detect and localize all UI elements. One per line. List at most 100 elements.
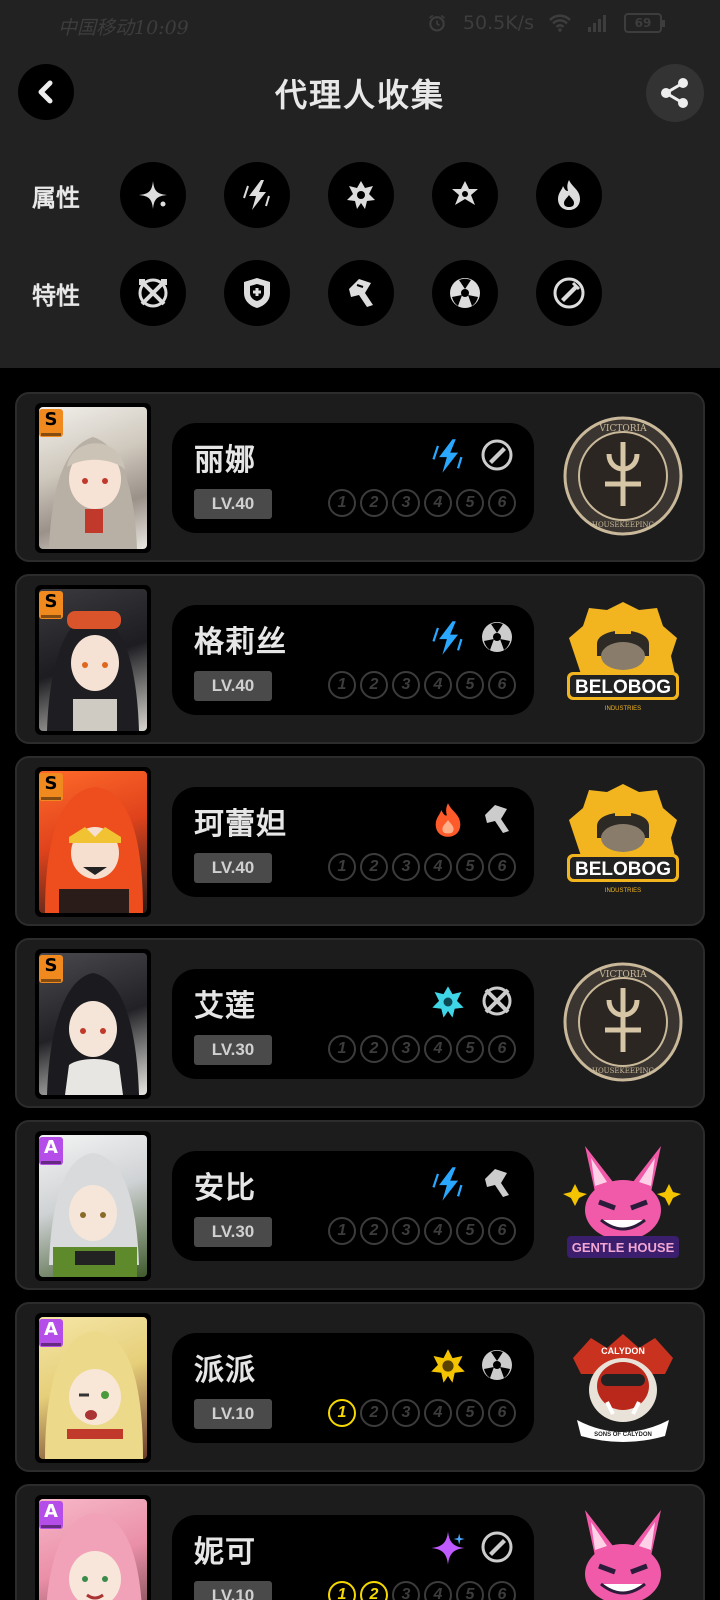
signal-icon (588, 15, 606, 32)
filter-anomaly-button[interactable] (432, 260, 498, 326)
anomaly-icon (482, 1350, 512, 1380)
cinema-levels: 1 2 3 4 5 6 (328, 489, 516, 517)
cinema-level: 2 (360, 1217, 388, 1245)
agent-info-panel: 派派 LV.10 1 2 3 4 5 6 (172, 1333, 534, 1443)
stun-icon (485, 805, 509, 833)
agent-level: LV.40 (194, 489, 272, 519)
svg-text:SONS OF CALYDON: SONS OF CALYDON (594, 1432, 652, 1438)
cinema-levels: 1 2 3 4 5 6 (328, 671, 516, 699)
svg-text:HOUSEKEEPING: HOUSEKEEPING (592, 521, 655, 529)
physical-icon (139, 181, 167, 209)
filter-defense-button[interactable] (224, 260, 290, 326)
agent-name: 丽娜 (194, 443, 256, 478)
svg-text:VICTORIA: VICTORIA (598, 970, 647, 980)
svg-text:VICTORIA: VICTORIA (598, 424, 647, 434)
agent-level: LV.40 (194, 671, 272, 701)
rank-badge: S (39, 773, 63, 801)
cinema-level: 1 (328, 489, 356, 517)
support-icon (553, 277, 585, 309)
gentle-house-logo: GENTLE HOUSE (563, 1146, 681, 1258)
belobog-industries-logo: BELOBOG INDUSTRIES (567, 602, 679, 712)
cinema-level: 6 (488, 853, 516, 881)
svg-text:CALYDON: CALYDON (601, 1346, 645, 1356)
physical-icon (431, 1349, 465, 1383)
cinema-level: 2 (360, 1399, 388, 1427)
agent-card[interactable]: S 珂蕾妲 LV.40 1 2 3 4 5 6 BELOBOG INDUSTRI… (15, 756, 705, 926)
agent-card[interactable]: A 妮可 LV.10 1 2 3 4 5 6 GENTLE HOUSE (15, 1484, 705, 1600)
agent-portrait: A (35, 1495, 151, 1600)
agent-name: 妮可 (194, 1535, 256, 1570)
agent-card[interactable]: S 格莉丝 LV.40 1 2 3 4 5 6 BELOBOG INDUSTRI… (15, 574, 705, 744)
cinema-level: 1 (328, 853, 356, 881)
agent-portrait: S (35, 403, 151, 553)
cinema-level: 4 (424, 1399, 452, 1427)
cinema-levels: 1 2 3 4 5 6 (328, 1217, 516, 1245)
battery-icon: 69 (624, 13, 665, 33)
agent-card[interactable]: A 派派 LV.10 1 2 3 4 5 6 CALYDON SONS OF C… (15, 1302, 705, 1472)
agent-name: 珂蕾妲 (194, 807, 287, 842)
svg-text:BELOBOG: BELOBOG (575, 677, 671, 698)
rank-badge: A (39, 1319, 63, 1347)
filter-attack-button[interactable] (120, 260, 186, 326)
fire-icon (558, 180, 580, 210)
agent-portrait: S (35, 949, 151, 1099)
filter-physical-button[interactable] (120, 162, 186, 228)
cinema-levels: 1 2 3 4 5 6 (328, 1399, 516, 1427)
cinema-level: 5 (456, 1217, 484, 1245)
cinema-level: 3 (392, 1581, 420, 1600)
cinema-level: 6 (488, 1581, 516, 1600)
stun-icon (349, 279, 373, 307)
cinema-level: 1 (328, 1035, 356, 1063)
battery-level: 69 (634, 16, 652, 30)
cinema-level: 6 (488, 1217, 516, 1245)
status-bar: 中国移动10:09 50.5K/s 69 (0, 0, 720, 50)
filter-ether-button[interactable] (432, 162, 498, 228)
anomaly-icon (482, 622, 512, 652)
filter-fire-button[interactable] (536, 162, 602, 228)
cinema-level: 2 (360, 853, 388, 881)
filter-support-button[interactable] (536, 260, 602, 326)
fire-icon (435, 803, 461, 837)
cinema-level: 4 (424, 1217, 452, 1245)
agent-list: S 丽娜 LV.40 1 2 3 4 5 6 VICTORIA HOUSEKEE… (0, 368, 720, 1600)
agent-level: LV.10 (194, 1581, 272, 1600)
electric-icon (432, 439, 463, 473)
agent-card[interactable]: S 丽娜 LV.40 1 2 3 4 5 6 VICTORIA HOUSEKEE… (15, 392, 705, 562)
rank-badge: S (39, 409, 63, 437)
svg-text:GENTLE HOUSE: GENTLE HOUSE (572, 1240, 675, 1255)
cinema-level: 5 (456, 671, 484, 699)
agent-portrait: A (35, 1131, 151, 1281)
cinema-level: 5 (456, 489, 484, 517)
agent-level: LV.30 (194, 1035, 272, 1065)
svg-text:INDUSTRIES: INDUSTRIES (605, 888, 641, 894)
agent-portrait: S (35, 585, 151, 735)
victoria-housekeeping-logo: VICTORIA HOUSEKEEPING (563, 962, 683, 1082)
agent-info-panel: 安比 LV.30 1 2 3 4 5 6 (172, 1151, 534, 1261)
cinema-level: 5 (456, 1581, 484, 1600)
cinema-level: 3 (392, 489, 420, 517)
belobog-industries-logo: BELOBOG INDUSTRIES (567, 784, 679, 894)
filter-ice-button[interactable] (328, 162, 394, 228)
page-title: 代理人收集 (274, 76, 445, 114)
carrier-time: 中国移动10:09 (58, 17, 189, 39)
cinema-level: 6 (488, 1399, 516, 1427)
cinema-level: 4 (424, 853, 452, 881)
agent-level: LV.40 (194, 853, 272, 883)
agent-name: 安比 (194, 1171, 256, 1206)
svg-text:BELOBOG: BELOBOG (575, 859, 671, 880)
agent-card[interactable]: A 安比 LV.30 1 2 3 4 5 6 GENTLE HOUSE (15, 1120, 705, 1290)
cinema-level: 4 (424, 671, 452, 699)
agent-info-panel: 妮可 LV.10 1 2 3 4 5 6 (172, 1515, 534, 1600)
cinema-level: 1 (328, 1581, 356, 1600)
agent-card[interactable]: S 艾莲 LV.30 1 2 3 4 5 6 VICTORIA HOUSEKEE… (15, 938, 705, 1108)
network-speed: 50.5K/s (462, 12, 534, 34)
alarm-icon (428, 14, 445, 32)
attack-icon (482, 986, 512, 1016)
cinema-level: 2 (360, 1581, 388, 1600)
filter-stun-button[interactable] (328, 260, 394, 326)
cinema-level: 2 (360, 489, 388, 517)
share-button[interactable] (646, 64, 704, 122)
agent-level: LV.10 (194, 1399, 272, 1429)
cinema-levels: 1 2 3 4 5 6 (328, 1035, 516, 1063)
filter-electric-button[interactable] (224, 162, 290, 228)
